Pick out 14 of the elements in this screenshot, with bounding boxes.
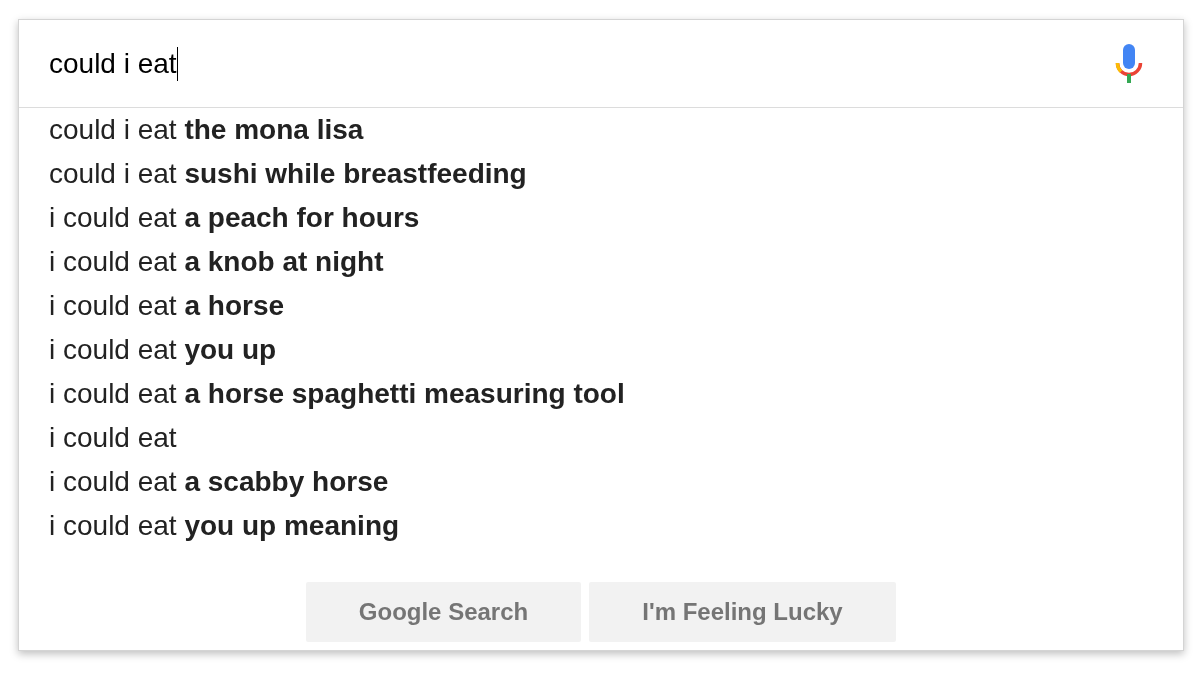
microphone-icon[interactable]	[1115, 44, 1143, 83]
suggestion-item[interactable]: i could eat	[19, 416, 1183, 460]
search-action-button[interactable]: Google Search	[306, 582, 581, 642]
suggestion-item[interactable]: i could eat you up meaning	[19, 504, 1183, 548]
search-action-button[interactable]: I'm Feeling Lucky	[589, 582, 896, 642]
suggestion-item[interactable]: i could eat a horse	[19, 284, 1183, 328]
search-field[interactable]: could i eat	[49, 38, 1115, 89]
suggestion-item[interactable]: i could eat a peach for hours	[19, 196, 1183, 240]
suggestion-item[interactable]: i could eat you up	[19, 328, 1183, 372]
suggestion-item[interactable]: i could eat a scabby horse	[19, 460, 1183, 504]
suggestion-item[interactable]: could i eat sushi while breastfeeding	[19, 152, 1183, 196]
suggestion-item[interactable]: i could eat a knob at night	[19, 240, 1183, 284]
suggestion-item[interactable]: i could eat a horse spaghetti measuring tool	[19, 372, 1183, 416]
suggestion-item[interactable]: could i eat the mona lisa	[19, 108, 1183, 152]
